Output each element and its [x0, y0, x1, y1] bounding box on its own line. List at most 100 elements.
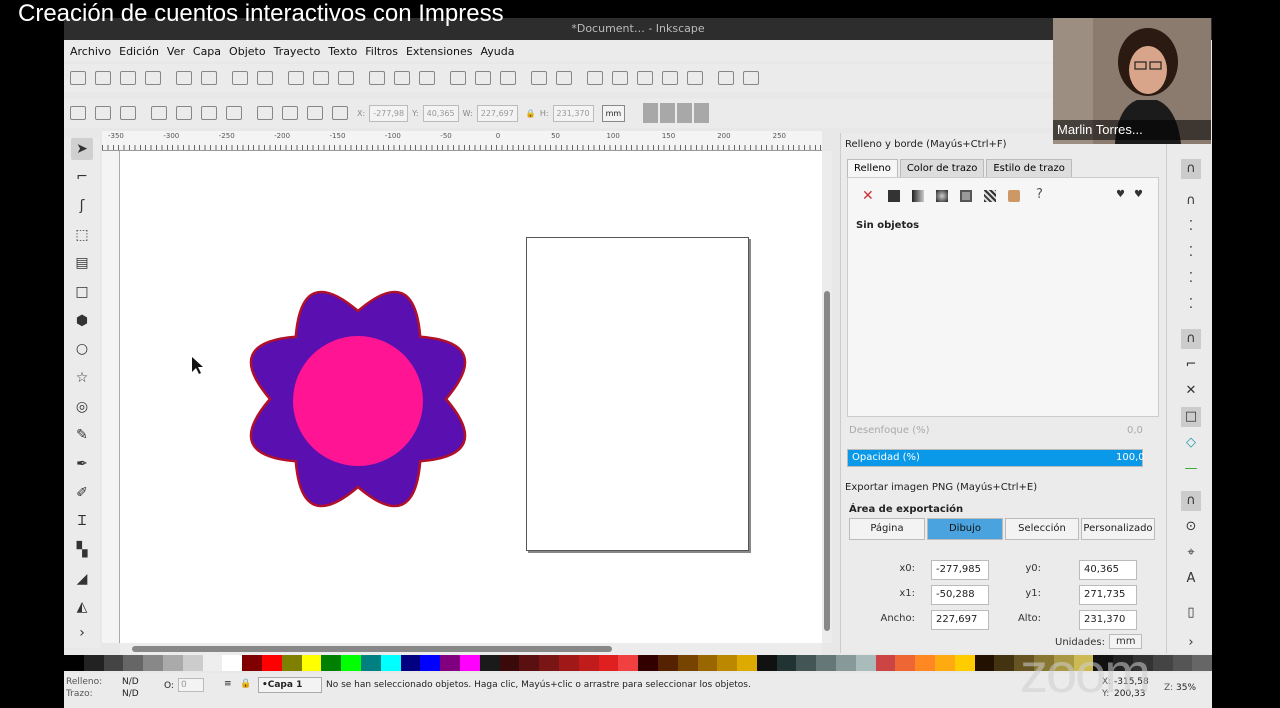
fill-rule-evenodd-icon[interactable]: ♥ — [1116, 189, 1125, 200]
star-tool-icon[interactable]: ☆ — [71, 367, 93, 389]
deselect-icon[interactable] — [120, 106, 136, 120]
more-tools-icon[interactable]: › — [71, 622, 93, 644]
palette-swatch[interactable] — [341, 655, 361, 671]
palette-swatch[interactable] — [519, 655, 540, 671]
cut-icon[interactable] — [313, 71, 329, 85]
palette-swatch[interactable] — [281, 655, 302, 671]
flip-vertical-icon[interactable] — [226, 106, 242, 120]
export-page-button[interactable]: Página — [849, 518, 925, 540]
horizontal-scrollbar[interactable] — [120, 643, 822, 655]
palette-swatch[interactable] — [64, 655, 84, 671]
unset-paint-icon[interactable]: ? — [1036, 187, 1043, 202]
palette-swatch[interactable] — [222, 655, 243, 671]
pattern-icon[interactable] — [984, 190, 996, 202]
palette-swatch[interactable] — [875, 655, 896, 671]
tab-estilo-de-trazo[interactable]: Estilo de trazo — [986, 159, 1072, 177]
export-icon[interactable] — [201, 71, 217, 85]
ellipse-tool-icon[interactable]: ○ — [71, 338, 93, 360]
palette-swatch[interactable] — [717, 655, 738, 671]
layer-select[interactable]: •Capa 1 — [258, 677, 322, 693]
menu-ver[interactable]: Ver — [167, 45, 185, 58]
zoom-tool-icon[interactable]: ⬚ — [71, 224, 93, 246]
palette-swatch[interactable] — [1152, 655, 1173, 671]
palette-swatch[interactable] — [420, 655, 441, 671]
snap-paths-icon[interactable]: ⌐ — [1181, 355, 1201, 375]
node-tool-icon[interactable]: ⌐ — [71, 166, 93, 188]
zoom-drawing-icon[interactable] — [394, 71, 410, 85]
stroke-indicator-value[interactable]: N/D — [122, 689, 139, 699]
height-field[interactable]: 231,370 — [552, 104, 594, 122]
drawing-canvas[interactable] — [120, 151, 822, 643]
export-drawing-button[interactable]: Dibujo — [927, 518, 1003, 540]
transform-corners-icon[interactable] — [660, 103, 676, 123]
transform-gradients-icon[interactable] — [677, 103, 693, 123]
tab-relleno[interactable]: Relleno — [847, 159, 898, 177]
palette-swatch[interactable] — [321, 655, 342, 671]
palette-swatch[interactable] — [242, 655, 262, 671]
lock-ratio-icon[interactable]: 🔒 — [526, 109, 536, 118]
menu-texto[interactable]: Texto — [328, 45, 357, 58]
snap-smooth-nodes-icon[interactable]: ◇ — [1181, 433, 1201, 453]
mesh-gradient-icon[interactable] — [960, 190, 972, 202]
print-icon[interactable] — [145, 71, 161, 85]
palette-swatch[interactable] — [1172, 655, 1193, 671]
palette-swatch[interactable] — [499, 655, 520, 671]
select-all-layers-icon[interactable] — [95, 106, 111, 120]
snap-nodes-icon[interactable]: ∩ — [1181, 329, 1201, 349]
select-all-icon[interactable] — [70, 106, 86, 120]
palette-swatch[interactable] — [459, 655, 480, 671]
preferences-icon[interactable] — [743, 71, 759, 85]
snap-page-border-icon[interactable]: ▯ — [1181, 603, 1201, 623]
palette-swatch[interactable] — [935, 655, 955, 671]
palette-swatch[interactable] — [539, 655, 559, 671]
text-font-icon[interactable] — [612, 71, 628, 85]
palette-swatch[interactable] — [954, 655, 975, 671]
width-field[interactable]: 227,697 — [476, 104, 518, 122]
tweak-tool-icon[interactable]: ʃ — [71, 195, 93, 217]
palette-swatch[interactable] — [974, 655, 995, 671]
palette-swatch[interactable] — [677, 655, 698, 671]
zoom-page-icon[interactable] — [419, 71, 435, 85]
linear-gradient-icon[interactable] — [912, 190, 924, 202]
palette-swatch[interactable] — [578, 655, 599, 671]
y1-field[interactable]: 271,735 — [1079, 585, 1137, 605]
blur-value[interactable]: 0,0 — [1127, 425, 1143, 436]
palette-swatch[interactable] — [598, 655, 619, 671]
menu-archivo[interactable]: Archivo — [70, 45, 111, 58]
ungroup-icon[interactable] — [556, 71, 572, 85]
snap-bbox-corners-icon[interactable]: ⁚ — [1181, 243, 1201, 263]
snap-others-icon[interactable]: ∩ — [1181, 491, 1201, 511]
paint-bucket-tool-icon[interactable]: ◭ — [71, 596, 93, 618]
palette-swatch[interactable] — [697, 655, 718, 671]
vertical-scrollbar[interactable] — [822, 151, 832, 643]
opacity-status-field[interactable]: 0 — [178, 678, 204, 692]
snap-text-baseline-icon[interactable]: A — [1181, 569, 1201, 589]
group-icon[interactable] — [531, 71, 547, 85]
more-snap-icon[interactable]: › — [1181, 633, 1201, 653]
new-document-icon[interactable] — [70, 71, 86, 85]
raise-to-top-icon[interactable] — [257, 106, 273, 120]
snap-bbox-edges-icon[interactable]: ⁚ — [1181, 217, 1201, 237]
swatch-icon[interactable] — [1008, 190, 1020, 202]
paste-icon[interactable] — [338, 71, 354, 85]
palette-swatch[interactable] — [836, 655, 856, 671]
selector-tool-icon[interactable]: ➤ — [71, 138, 93, 160]
x-field[interactable]: -277,98 — [369, 104, 409, 122]
x1-field[interactable]: -50,288 — [931, 585, 989, 605]
palette-swatch[interactable] — [895, 655, 916, 671]
lower-to-bottom-icon[interactable] — [332, 106, 348, 120]
zoom-value[interactable]: 35% — [1176, 683, 1196, 693]
xml-editor-icon[interactable] — [662, 71, 678, 85]
flip-horizontal-icon[interactable] — [201, 106, 217, 120]
palette-swatch[interactable] — [400, 655, 421, 671]
palette-swatch[interactable] — [182, 655, 203, 671]
measure-tool-icon[interactable]: ▤ — [71, 252, 93, 274]
fill-indicator-value[interactable]: N/D — [122, 677, 139, 687]
snap-cusp-nodes-icon[interactable]: □ — [1181, 407, 1201, 427]
clone-icon[interactable] — [475, 71, 491, 85]
palette-swatch[interactable] — [123, 655, 144, 671]
transform-stroke-icon[interactable] — [643, 103, 659, 123]
layers-icon[interactable] — [637, 71, 653, 85]
no-paint-icon[interactable]: ✕ — [862, 188, 874, 204]
pencil-tool-icon[interactable]: ✎ — [71, 424, 93, 446]
